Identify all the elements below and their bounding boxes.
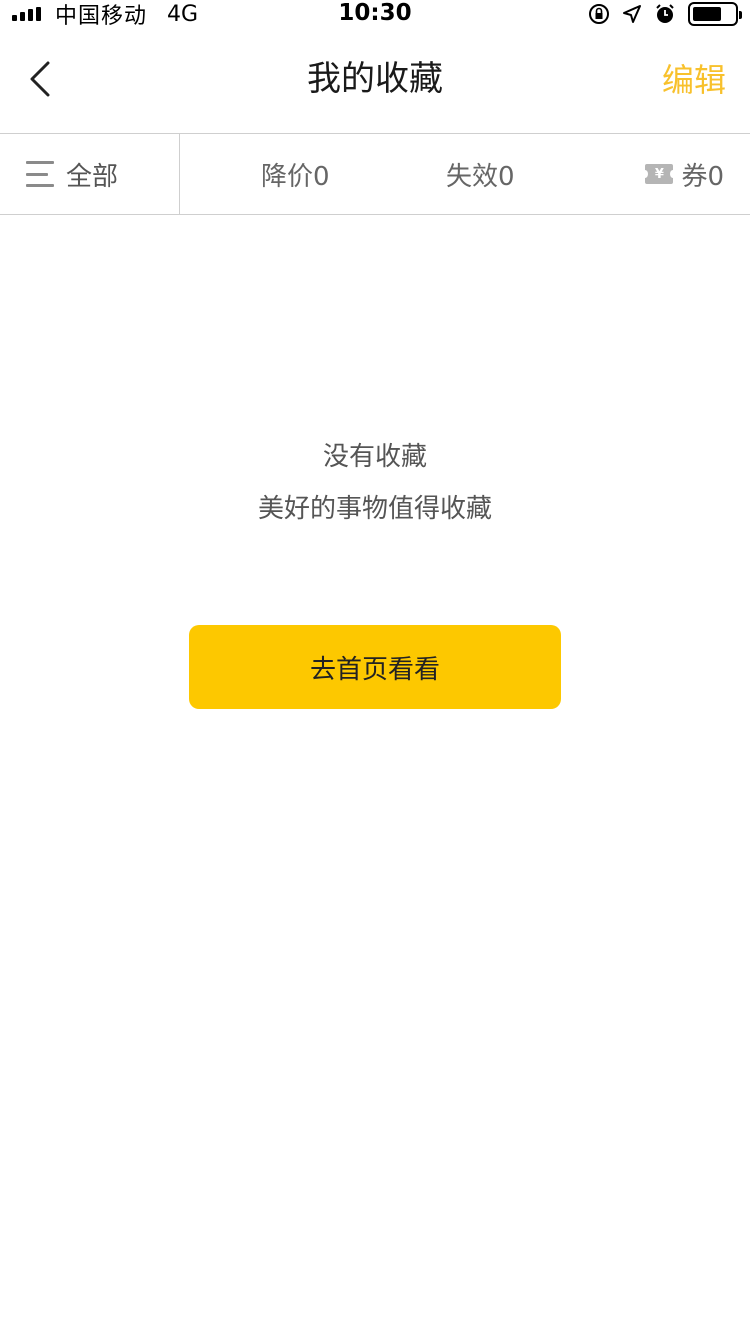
battery-icon (688, 2, 742, 26)
empty-state-title: 没有收藏 (322, 442, 427, 472)
status-right (588, 0, 742, 28)
go-home-button[interactable]: 去首页看看 (189, 625, 561, 709)
edit-button[interactable]: 编辑 (662, 28, 726, 134)
rotation-lock-icon (588, 3, 610, 25)
tab-price-drop[interactable]: 降价0 (261, 134, 330, 214)
filter-all-button[interactable]: 全部 (0, 134, 180, 214)
chevron-left-icon (28, 61, 52, 101)
alarm-icon (654, 3, 676, 25)
tab-coupon-label: 券0 (681, 161, 724, 192)
status-bar: 中国移动 4G 10:30 (0, 0, 750, 29)
tab-coupon[interactable]: ¥ 券0 (642, 134, 724, 214)
menu-icon (26, 161, 54, 187)
back-button[interactable] (20, 56, 60, 106)
tab-invalid[interactable]: 失效0 (446, 134, 515, 214)
page-title: 我的收藏 (307, 59, 443, 99)
filter-bar: 全部 降价0 失效0 ¥ 券0 (0, 134, 750, 215)
empty-state-subtitle: 美好的事物值得收藏 (257, 494, 492, 524)
location-icon (622, 4, 642, 24)
nav-bar: 我的收藏 编辑 (0, 28, 750, 134)
battery-fill (693, 7, 721, 21)
coupon-icon: ¥ (642, 164, 677, 184)
filter-all-label: 全部 (66, 161, 119, 192)
